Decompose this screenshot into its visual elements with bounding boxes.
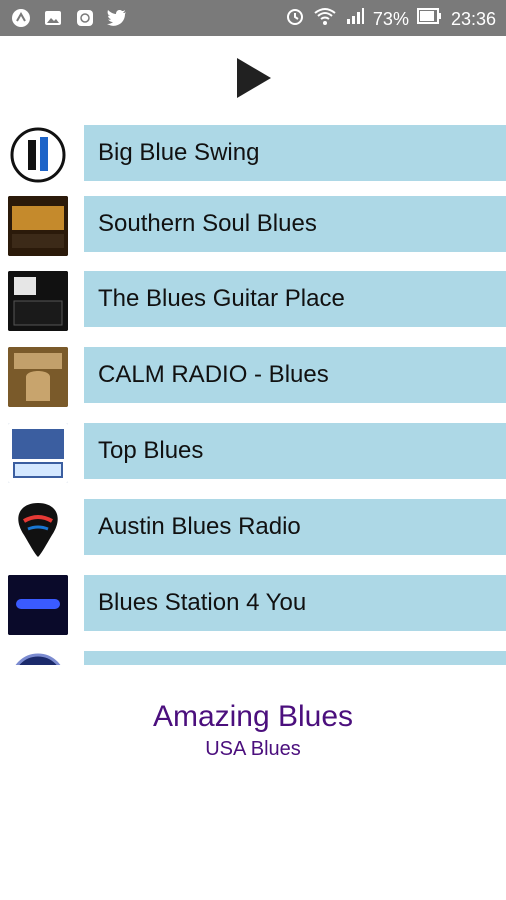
- status-right: 73% 23:36: [285, 6, 496, 32]
- station-logo-the-blues-guitar-place: [8, 271, 68, 331]
- signal-icon: [345, 6, 365, 32]
- station-row[interactable]: The Blues Guitar Place: [0, 271, 506, 333]
- station-row[interactable]: Top Blues: [0, 423, 506, 485]
- station-logo-big-blue-swing: [8, 125, 68, 185]
- status-bar: 73% 23:36: [0, 0, 506, 36]
- station-logo-partial: [8, 651, 68, 665]
- wifi-icon: [313, 6, 337, 32]
- alert-icon: [10, 7, 32, 29]
- station-logo-southern-soul-blues: [8, 196, 68, 256]
- image-icon: [42, 7, 64, 29]
- station-list[interactable]: Big Blue Swing Southern Soul Blues The B…: [0, 125, 506, 665]
- battery-percent: 73%: [372, 9, 409, 29]
- station-label-box[interactable]: Blues Station 4 You: [84, 575, 506, 631]
- station-row[interactable]: Big Blue Swing: [0, 125, 506, 187]
- station-row[interactable]: Blues Station 4 You: [0, 575, 506, 637]
- station-row[interactable]: CALM RADIO - Blues: [0, 347, 506, 409]
- station-label-box[interactable]: Top Blues: [84, 423, 506, 479]
- station-label-box[interactable]: Big Blue Swing: [84, 125, 506, 181]
- now-playing: Amazing Blues USA Blues: [0, 700, 506, 761]
- station-name: Southern Soul Blues: [98, 210, 317, 237]
- station-label-box[interactable]: [84, 651, 506, 665]
- status-left-icons: [10, 7, 128, 29]
- now-playing-subtitle: USA Blues: [205, 738, 301, 760]
- station-name: Blues Station 4 You: [98, 589, 307, 616]
- station-row[interactable]: Austin Blues Radio: [0, 499, 506, 561]
- station-label-box[interactable]: The Blues Guitar Place: [84, 271, 506, 327]
- station-logo-austin-blues-radio: [8, 499, 68, 559]
- station-label-box[interactable]: Southern Soul Blues: [84, 196, 506, 252]
- now-playing-title: Amazing Blues: [152, 700, 354, 733]
- clock: 23:36: [450, 9, 496, 29]
- station-name: Big Blue Swing: [98, 139, 260, 166]
- station-row[interactable]: Southern Soul Blues: [0, 196, 506, 258]
- station-logo-blues-station-4-you: [8, 575, 68, 635]
- player-toolbar: [0, 36, 506, 122]
- station-logo-calm-radio-blues: [8, 347, 68, 407]
- station-name: Austin Blues Radio: [98, 513, 301, 540]
- station-label-box[interactable]: Austin Blues Radio: [84, 499, 506, 555]
- play-button[interactable]: [235, 56, 275, 100]
- station-row[interactable]: [0, 651, 506, 665]
- battery-icon: [416, 6, 443, 32]
- alarm-icon: [285, 6, 305, 32]
- station-logo-top-blues: [8, 423, 68, 483]
- app-icon: [74, 7, 96, 29]
- play-icon: [237, 58, 271, 98]
- station-name: CALM RADIO - Blues: [98, 361, 329, 388]
- station-name: Top Blues: [98, 437, 204, 464]
- twitter-icon: [106, 7, 128, 29]
- station-label-box[interactable]: CALM RADIO - Blues: [84, 347, 506, 403]
- station-name: The Blues Guitar Place: [98, 285, 345, 312]
